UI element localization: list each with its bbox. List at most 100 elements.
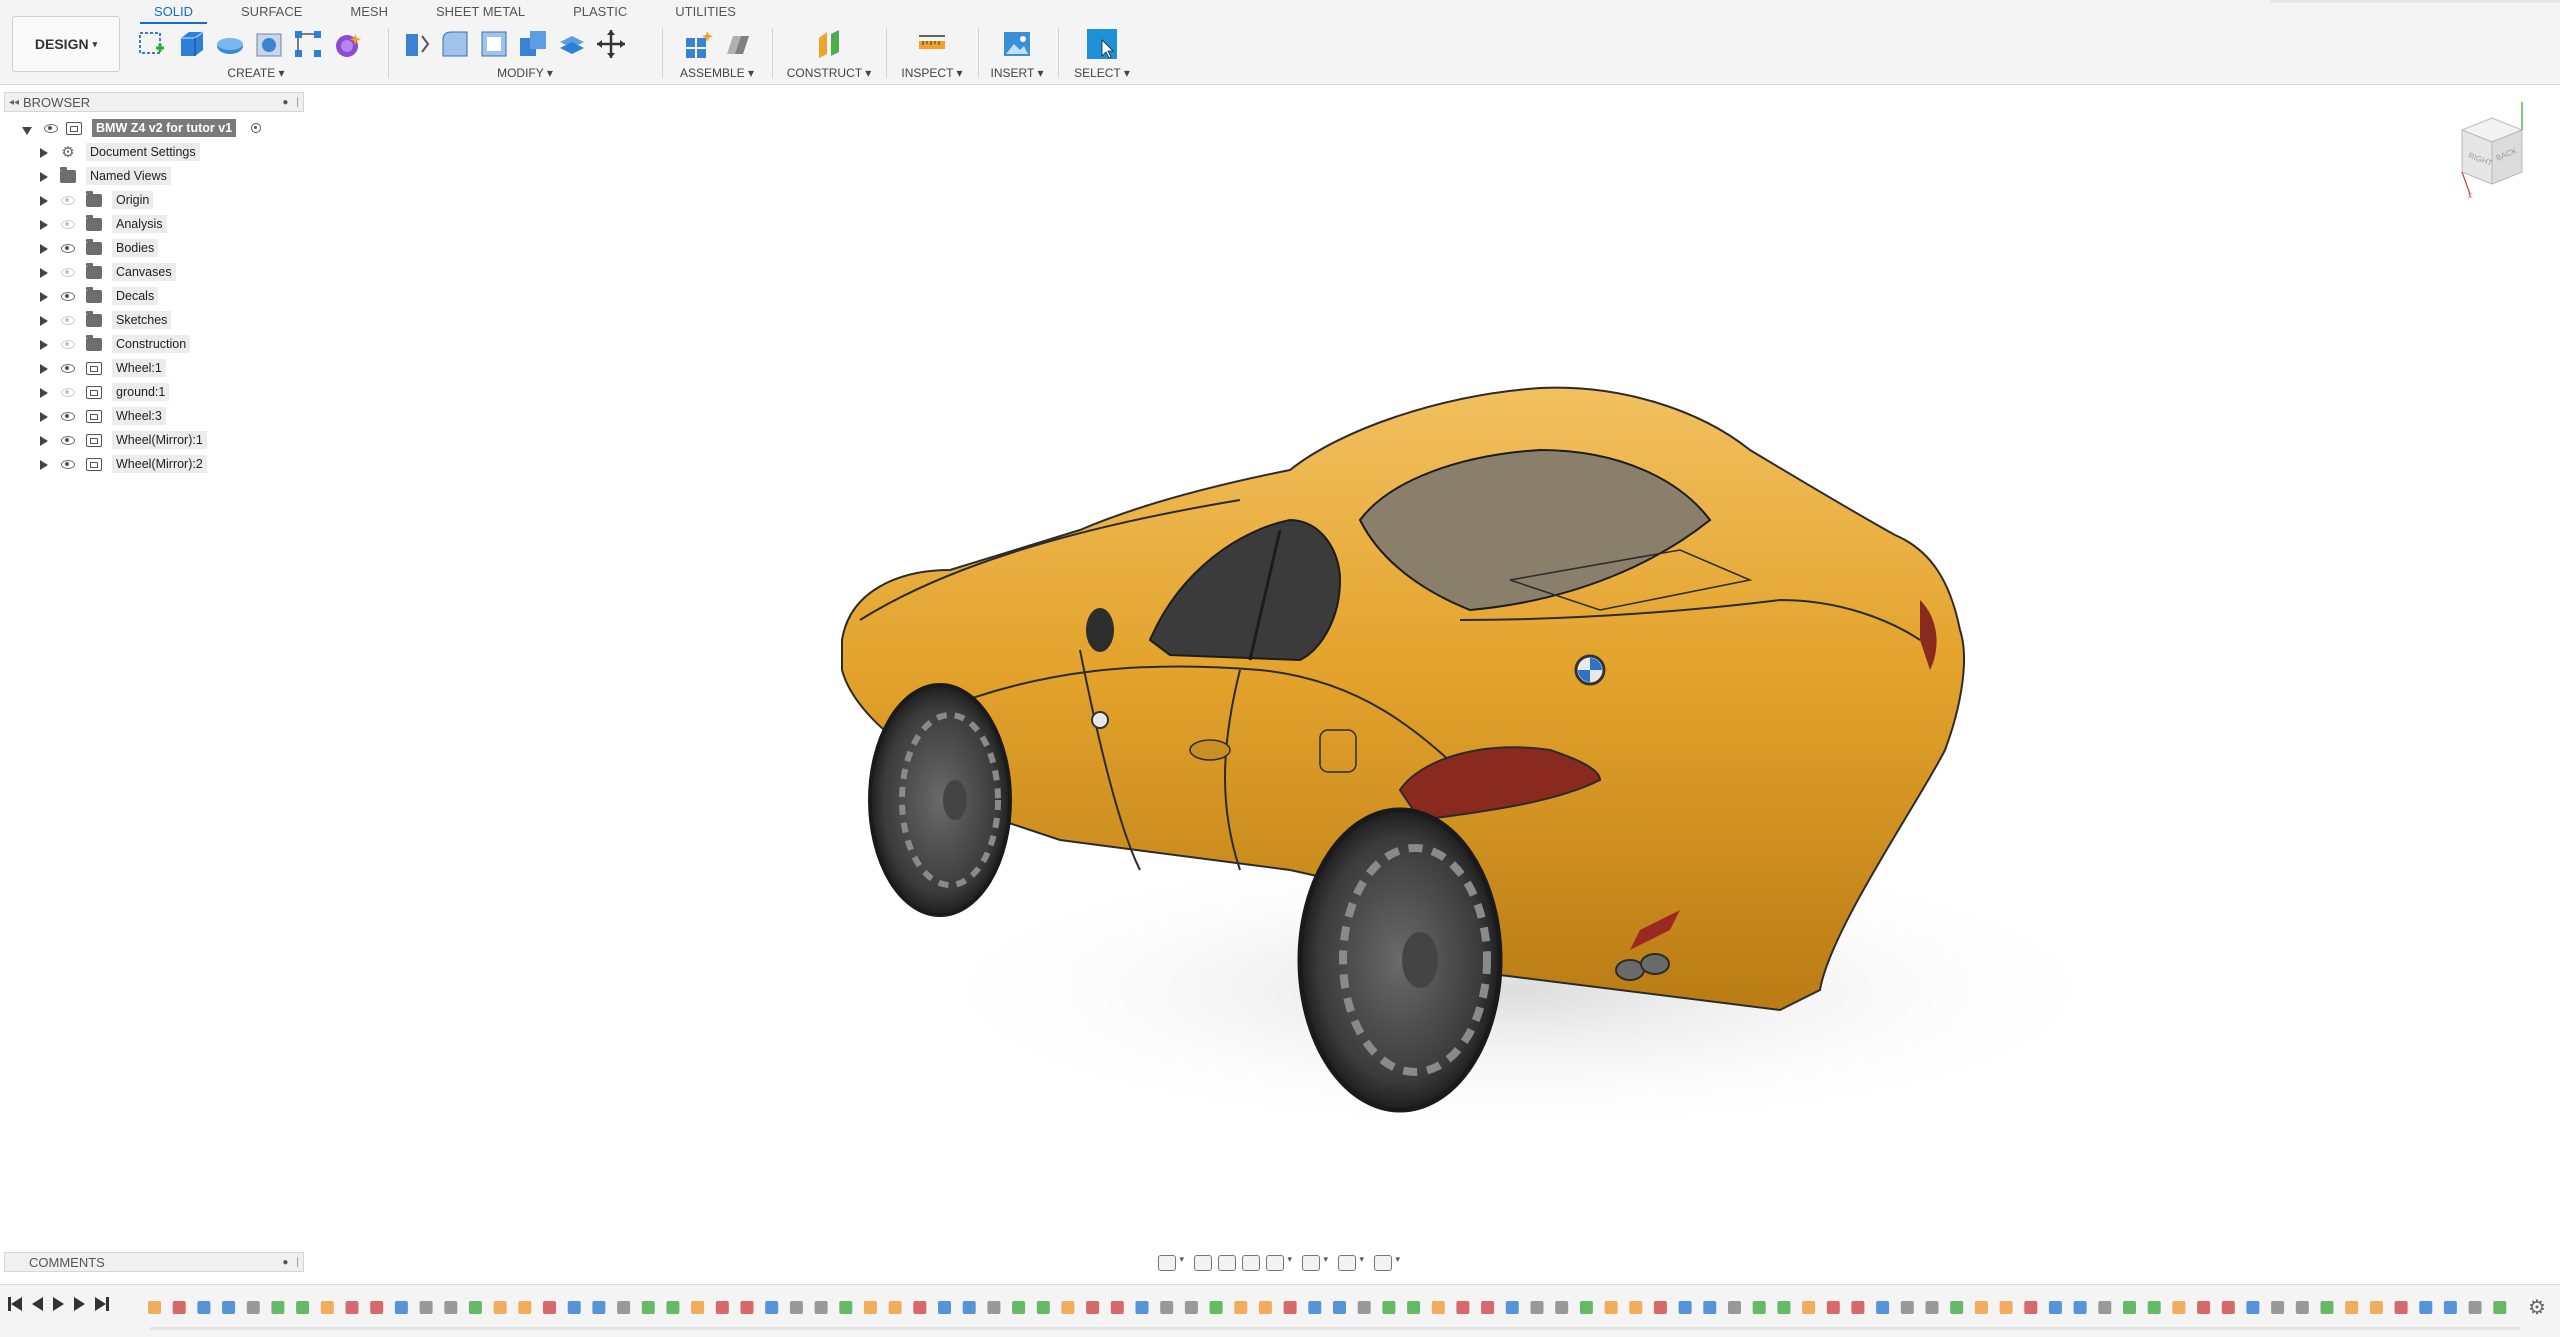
- timeline-feature-icon[interactable]: [2246, 1301, 2260, 1314]
- visibility-eye-icon[interactable]: [61, 436, 75, 445]
- timeline-feature-icon[interactable]: [987, 1301, 1001, 1314]
- grid-snaps-icon[interactable]: [1338, 1254, 1364, 1271]
- visibility-eye-icon[interactable]: [61, 340, 75, 349]
- tree-item[interactable]: Wheel(Mirror):1: [0, 430, 320, 454]
- extrude-icon[interactable]: [175, 28, 207, 60]
- assemble-menu[interactable]: ASSEMBLE ▾: [672, 66, 762, 80]
- press-pull-icon[interactable]: [400, 28, 432, 60]
- timeline-feature-icon[interactable]: [2443, 1301, 2457, 1314]
- comments-panel[interactable]: COMMENTS ● |: [4, 1252, 304, 1272]
- tab-surface[interactable]: SURFACE: [227, 0, 316, 22]
- look-at-icon[interactable]: [1194, 1255, 1212, 1271]
- timeline-feature-icon[interactable]: [1258, 1301, 1272, 1314]
- collapse-icon[interactable]: ◂◂: [5, 97, 23, 108]
- timeline-feature-icon[interactable]: [394, 1301, 408, 1314]
- timeline-feature-icon[interactable]: [1653, 1301, 1667, 1314]
- move-icon[interactable]: [595, 28, 627, 60]
- timeline-feature-icon[interactable]: [1209, 1301, 1223, 1314]
- timeline-feature-icon[interactable]: [2419, 1301, 2433, 1314]
- go-to-end-icon[interactable]: [95, 1297, 109, 1311]
- step-back-icon[interactable]: [32, 1297, 43, 1311]
- go-to-start-icon[interactable]: [8, 1297, 22, 1311]
- gear-icon[interactable]: ⚙: [2528, 1295, 2546, 1320]
- timeline-feature-icon[interactable]: [839, 1301, 853, 1314]
- timeline-feature-icon[interactable]: [1407, 1301, 1421, 1314]
- visibility-eye-icon[interactable]: [61, 292, 75, 301]
- tab-solid[interactable]: SOLID: [140, 0, 208, 24]
- expand-arrow-icon[interactable]: [40, 268, 48, 278]
- timeline-feature-icon[interactable]: [1308, 1301, 1322, 1314]
- timeline-feature-icon[interactable]: [592, 1301, 606, 1314]
- tab-mesh[interactable]: MESH: [336, 0, 402, 22]
- timeline-feature-icon[interactable]: [1505, 1301, 1519, 1314]
- timeline-feature-icon[interactable]: [1110, 1301, 1124, 1314]
- timeline-feature-icon[interactable]: [370, 1301, 384, 1314]
- timeline-feature-icon[interactable]: [1234, 1301, 1248, 1314]
- expand-arrow-icon[interactable]: [40, 340, 48, 350]
- visibility-eye-icon[interactable]: [61, 196, 75, 205]
- timeline-feature-icon[interactable]: [1950, 1301, 1964, 1314]
- timeline-feature-icon[interactable]: [296, 1301, 310, 1314]
- timeline-feature-icon[interactable]: [641, 1301, 655, 1314]
- timeline-feature-icon[interactable]: [962, 1301, 976, 1314]
- timeline-feature-icon[interactable]: [666, 1301, 680, 1314]
- timeline-feature-icon[interactable]: [493, 1301, 507, 1314]
- visibility-eye-icon[interactable]: [61, 412, 75, 421]
- timeline-feature-icon[interactable]: [271, 1301, 285, 1314]
- expand-arrow-icon[interactable]: [40, 460, 48, 470]
- tree-item[interactable]: Wheel(Mirror):2: [0, 454, 320, 478]
- pin-icon[interactable]: ●: [282, 1257, 288, 1268]
- tree-item[interactable]: Named Views: [0, 166, 320, 190]
- timeline-feature-icon[interactable]: [1579, 1301, 1593, 1314]
- form-icon[interactable]: [331, 28, 363, 60]
- timeline-feature-icon[interactable]: [1802, 1301, 1816, 1314]
- timeline-feature-icon[interactable]: [2345, 1301, 2359, 1314]
- timeline-feature-icon[interactable]: [1456, 1301, 1470, 1314]
- timeline-feature-icon[interactable]: [1900, 1301, 1914, 1314]
- timeline-feature-icon[interactable]: [1728, 1301, 1741, 1314]
- timeline-feature-icon[interactable]: [740, 1301, 754, 1314]
- timeline-feature-icon[interactable]: [765, 1301, 779, 1314]
- tree-item[interactable]: Wheel:3: [0, 406, 320, 430]
- timeline-feature-icon[interactable]: [1678, 1301, 1692, 1314]
- timeline-feature-icon[interactable]: [1703, 1301, 1717, 1314]
- timeline-feature-icon[interactable]: [543, 1301, 556, 1314]
- create-sketch-icon[interactable]: [136, 28, 168, 60]
- fit-icon[interactable]: [1266, 1254, 1292, 1271]
- timeline-feature-icon[interactable]: [1604, 1301, 1618, 1314]
- timeline-feature-icon[interactable]: [2320, 1301, 2334, 1314]
- tree-item[interactable]: Construction: [0, 334, 320, 358]
- tree-item[interactable]: Decals: [0, 286, 320, 310]
- timeline-feature-icon[interactable]: [2468, 1301, 2482, 1314]
- zoom-icon[interactable]: [1242, 1255, 1260, 1271]
- expand-arrow-icon[interactable]: [40, 220, 48, 230]
- revolve-icon[interactable]: [214, 28, 246, 60]
- timeline-feature-icon[interactable]: [1135, 1301, 1149, 1314]
- inspect-menu[interactable]: INSPECT ▾: [892, 66, 972, 80]
- timeline-feature-icon[interactable]: [320, 1301, 334, 1314]
- display-settings-icon[interactable]: [1302, 1254, 1328, 1271]
- timeline-feature-icon[interactable]: [888, 1301, 902, 1314]
- timeline-feature-icon[interactable]: [913, 1301, 927, 1314]
- timeline-feature-icon[interactable]: [1752, 1301, 1766, 1314]
- timeline-scrollbar[interactable]: [150, 1327, 2520, 1330]
- combine-icon[interactable]: [517, 28, 549, 60]
- timeline-feature-icon[interactable]: [1061, 1301, 1075, 1314]
- timeline-feature-icon[interactable]: [1851, 1301, 1865, 1314]
- timeline-feature-icon[interactable]: [2024, 1301, 2038, 1314]
- replace-face-icon[interactable]: [556, 28, 588, 60]
- tab-plastic[interactable]: PLASTIC: [559, 0, 641, 22]
- timeline-feature-icon[interactable]: [2493, 1301, 2507, 1314]
- timeline-feature-icon[interactable]: [419, 1301, 433, 1314]
- timeline-feature-icon[interactable]: [617, 1301, 631, 1314]
- visibility-eye-icon[interactable]: [61, 316, 75, 325]
- timeline-feature-icon[interactable]: [2147, 1301, 2161, 1314]
- timeline-feature-icon[interactable]: [222, 1301, 236, 1314]
- timeline-feature-icon[interactable]: [1184, 1301, 1198, 1314]
- timeline-feature-icon[interactable]: [197, 1301, 211, 1314]
- timeline-feature-icon[interactable]: [1629, 1301, 1643, 1314]
- timeline-feature-icon[interactable]: [2098, 1301, 2112, 1314]
- timeline-feature-icon[interactable]: [1530, 1301, 1544, 1314]
- timeline-feature-icon[interactable]: [1160, 1301, 1174, 1314]
- timeline-feature-icon[interactable]: [1481, 1301, 1495, 1314]
